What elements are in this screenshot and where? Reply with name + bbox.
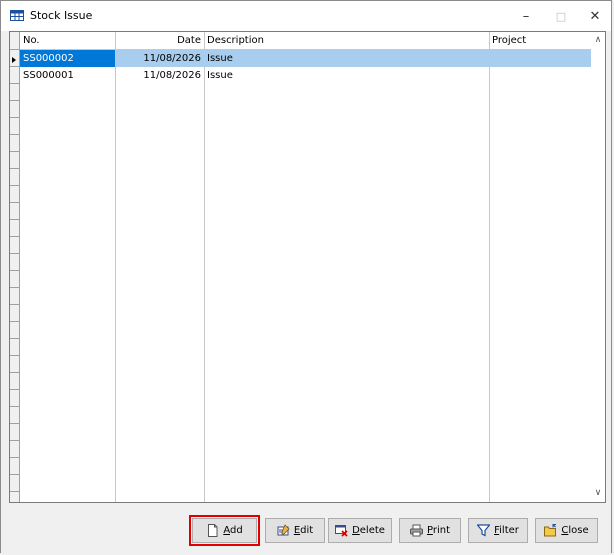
indicator-row-line bbox=[10, 372, 19, 373]
close-button[interactable]: Close bbox=[535, 518, 598, 543]
edit-button[interactable]: Edit bbox=[265, 518, 325, 543]
print-button[interactable]: Print bbox=[399, 518, 461, 543]
filter-button[interactable]: Filter bbox=[468, 518, 528, 543]
folder-open-icon bbox=[544, 524, 557, 537]
indicator-row-line bbox=[10, 321, 19, 322]
minimize-button[interactable]: – bbox=[509, 1, 543, 31]
print-button-label: Print bbox=[426, 525, 450, 536]
indicator-row-line bbox=[10, 474, 19, 475]
indicator-row-line bbox=[10, 406, 19, 407]
column-divider bbox=[115, 32, 116, 502]
scroll-down-icon[interactable]: ∨ bbox=[591, 485, 605, 502]
indicator-row-line bbox=[10, 287, 19, 288]
indicator-row-line bbox=[10, 117, 19, 118]
printer-icon bbox=[409, 524, 423, 537]
stock-issue-window: Stock Issue – □ ✕ No. Date Description P… bbox=[0, 0, 612, 553]
add-button[interactable]: Add bbox=[189, 515, 260, 546]
cell-project[interactable] bbox=[489, 50, 599, 67]
indicator-row-line bbox=[10, 202, 19, 203]
indicator-row-line bbox=[10, 185, 19, 186]
indicator-row-line bbox=[10, 219, 19, 220]
new-document-icon bbox=[208, 524, 218, 537]
vertical-scrollbar[interactable]: ∧ ∨ bbox=[591, 32, 605, 502]
column-header-project[interactable]: Project bbox=[489, 32, 599, 49]
filter-icon bbox=[477, 524, 491, 537]
indicator-row-line bbox=[10, 236, 19, 237]
filter-button-label: Filter bbox=[494, 525, 519, 536]
indicator-row-line bbox=[10, 423, 19, 424]
delete-button[interactable]: Delete bbox=[328, 518, 392, 543]
cell-date[interactable]: 11/08/2026 bbox=[115, 67, 204, 84]
close-button-label: Close bbox=[561, 525, 589, 536]
indicator-row-line bbox=[10, 66, 19, 67]
indicator-row-line bbox=[10, 389, 19, 390]
column-divider bbox=[204, 32, 205, 502]
indicator-row-line bbox=[10, 355, 19, 356]
indicator-row-line bbox=[10, 134, 19, 135]
stock-issue-grid[interactable]: No. Date Description Project SS000002 11… bbox=[9, 31, 606, 503]
delete-icon bbox=[335, 525, 348, 537]
delete-button-label: Delete bbox=[352, 525, 385, 536]
maximize-button[interactable]: □ bbox=[544, 1, 578, 31]
column-header-description[interactable]: Description bbox=[204, 32, 489, 49]
indicator-row-line bbox=[10, 83, 19, 84]
edit-icon bbox=[277, 524, 290, 536]
close-window-button[interactable]: ✕ bbox=[578, 1, 612, 31]
cell-no[interactable]: SS000002 bbox=[20, 50, 115, 67]
scroll-up-icon[interactable]: ∧ bbox=[591, 32, 605, 49]
cell-date[interactable]: 11/08/2026 bbox=[115, 50, 204, 67]
column-divider bbox=[489, 32, 490, 502]
table-row[interactable]: SS000001 11/08/2026 Issue bbox=[20, 67, 591, 84]
indicator-row-line bbox=[10, 49, 19, 50]
column-header-no[interactable]: No. bbox=[20, 32, 115, 49]
window-title: Stock Issue bbox=[30, 9, 93, 22]
grid-header: No. Date Description Project bbox=[20, 32, 591, 50]
indicator-row-line bbox=[10, 304, 19, 305]
indicator-row-line bbox=[10, 491, 19, 492]
title-bar[interactable]: Stock Issue – □ ✕ bbox=[1, 1, 611, 31]
indicator-row-line bbox=[10, 270, 19, 271]
row-indicator-column bbox=[10, 32, 20, 502]
indicator-row-line bbox=[10, 440, 19, 441]
table-row[interactable]: SS000002 11/08/2026 Issue bbox=[20, 50, 591, 67]
indicator-row-line bbox=[10, 457, 19, 458]
indicator-row-line bbox=[10, 100, 19, 101]
grid-window-icon bbox=[10, 10, 24, 21]
cell-description[interactable]: Issue bbox=[204, 67, 489, 84]
current-row-pointer-icon bbox=[12, 57, 16, 63]
column-header-date[interactable]: Date bbox=[115, 32, 204, 49]
indicator-row-line bbox=[10, 151, 19, 152]
cell-description[interactable]: Issue bbox=[204, 50, 489, 67]
add-button-label: Add bbox=[223, 525, 243, 536]
button-bar: Add Edit Delete Print Filter Close bbox=[1, 503, 611, 553]
cell-no[interactable]: SS000001 bbox=[20, 67, 115, 84]
indicator-row-line bbox=[10, 168, 19, 169]
indicator-row-line bbox=[10, 253, 19, 254]
cell-project[interactable] bbox=[489, 67, 599, 84]
indicator-row-line bbox=[10, 338, 19, 339]
edit-button-label: Edit bbox=[293, 525, 314, 536]
